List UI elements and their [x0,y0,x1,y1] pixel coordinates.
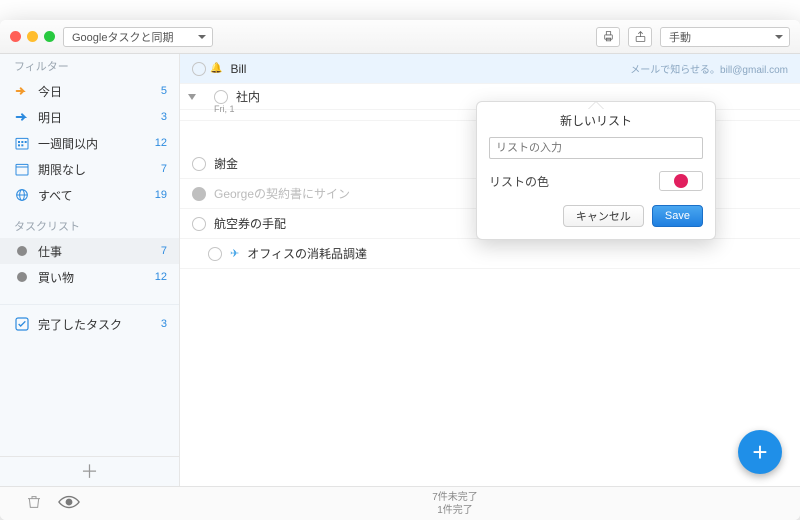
sync-dropdown[interactable]: Googleタスクと同期 [63,27,213,47]
filters-header: フィルター [0,54,179,78]
task-checkbox[interactable] [214,90,228,104]
popover-title: 新しいリスト [489,110,703,137]
add-task-fab[interactable]: + [738,430,782,474]
printer-icon [602,30,615,43]
task-hint: メールで知らせる。bill@gmail.com [630,61,788,76]
close-icon[interactable] [10,31,21,42]
sort-dropdown[interactable]: 手動 [660,27,790,47]
sort-dropdown-label: 手動 [669,29,691,45]
titlebar: Googleタスクと同期 手動 [0,20,800,54]
tasklists-header: タスクリスト [0,214,179,238]
list-color-icon [14,269,30,285]
list-name-input[interactable] [489,137,703,159]
task-title: 謝金 [214,155,238,172]
save-button[interactable]: Save [652,205,703,227]
task-title: オフィスの消耗品調達 [247,245,367,262]
task-title: 社内 [236,88,260,105]
task-checkbox[interactable] [192,157,206,171]
list-color-icon [14,243,30,259]
filter-tomorrow[interactable]: 明日 3 [0,104,179,130]
sidebar: フィルター 今日 5 明日 3 一週間以内 12 期限なし 7 [0,54,180,486]
visibility-button[interactable] [58,495,80,512]
eye-icon [58,495,80,509]
task-title: Georgeの契約書にサイン [214,185,350,202]
bell-icon: 🔔 [210,63,222,74]
filter-today[interactable]: 今日 5 [0,78,179,104]
task-row[interactable]: ✈ オフィスの消耗品調達 [180,239,800,269]
plus-icon: ＋ [81,463,99,481]
calendar-grid-icon [14,135,30,151]
tomorrow-icon [14,109,30,125]
today-icon [14,83,30,99]
share-icon [634,30,647,43]
trash-button[interactable] [26,494,42,513]
task-checkbox[interactable] [192,217,206,231]
filter-all[interactable]: すべて 19 [0,182,179,208]
task-row[interactable]: 🔔 Bill メールで知らせる。bill@gmail.com [180,54,800,84]
sync-dropdown-label: Googleタスクと同期 [72,29,173,45]
cancel-button[interactable]: キャンセル [563,205,644,227]
plane-icon: ✈ [230,247,239,260]
task-title: 航空券の手配 [214,215,286,232]
share-button[interactable] [628,27,652,47]
task-checkbox[interactable] [192,187,206,201]
calendar-empty-icon [14,161,30,177]
list-work[interactable]: 仕事 7 [0,238,179,264]
disclosure-icon[interactable] [188,94,196,100]
window-controls[interactable] [10,31,55,42]
list-color-label: リストの色 [489,173,659,190]
filter-week[interactable]: 一週間以内 12 [0,130,179,156]
task-title: Bill [230,62,246,76]
task-list: 🔔 Bill メールで知らせる。bill@gmail.com 社内 Fri, 1… [180,54,800,486]
filter-nodate[interactable]: 期限なし 7 [0,156,179,182]
new-list-popover: 新しいリスト リストの色 キャンセル Save [476,101,716,240]
check-icon [14,316,30,332]
zoom-icon[interactable] [44,31,55,42]
list-color-picker[interactable] [659,171,703,191]
globe-icon [14,187,30,203]
status-text: 7件未完了 1件完了 [194,491,716,517]
trash-icon [26,494,42,510]
task-checkbox[interactable] [192,62,206,76]
list-shopping[interactable]: 買い物 12 [0,264,179,290]
minimize-icon[interactable] [27,31,38,42]
status-bar: 7件未完了 1件完了 [0,486,800,520]
print-button[interactable] [596,27,620,47]
plus-icon: + [752,437,767,468]
app-window: Googleタスクと同期 手動 フィルター 今日 5 明日 3 [0,20,800,520]
task-checkbox[interactable] [208,247,222,261]
color-swatch-icon [674,174,688,188]
completed-tasks[interactable]: 完了したタスク 3 [0,311,179,337]
add-list-button[interactable]: ＋ [0,456,179,486]
